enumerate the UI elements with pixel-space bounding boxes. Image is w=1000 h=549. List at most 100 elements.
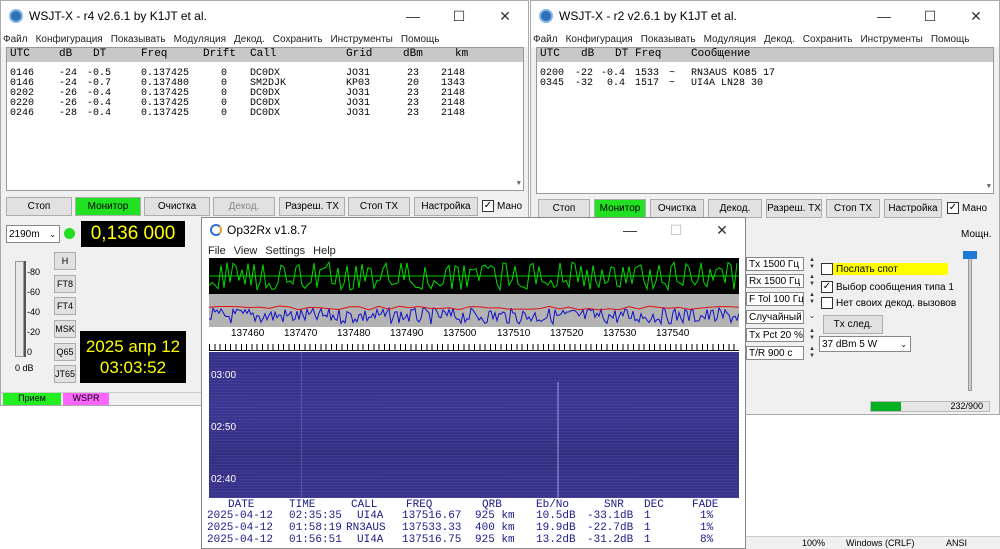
tx-pct-field[interactable]: Tx Pct 20 %: [746, 328, 804, 342]
table-row[interactable]: 0146 -24 -0.7 0.137480 0 SM2DJK KP03 20 1343: [7, 78, 523, 89]
table-row[interactable]: 2025-04-12 01:58:19 RN3AUS 137533.33 400 km 1…: [202, 522, 745, 534]
dial-frequency: 0,136 000: [81, 221, 185, 247]
menu-help[interactable]: Помощь: [401, 34, 440, 45]
menu-settings[interactable]: Settings: [265, 245, 305, 257]
scroll-down-icon[interactable]: ▼: [517, 180, 521, 188]
cell-snr: -31.2dB: [587, 534, 634, 546]
table-row[interactable]: 0345 -32 0.4 1517 ~ UI4A LN28 30: [537, 78, 993, 89]
minimize-icon[interactable]: —: [607, 222, 653, 238]
ftol-field[interactable]: F Tol 100 Гц: [746, 292, 804, 306]
mano-checkbox[interactable]: ✓ Мано: [482, 200, 522, 212]
rx-freq-field[interactable]: Rx 1500 Гц: [746, 274, 804, 288]
close-icon[interactable]: ✕: [482, 8, 528, 25]
tune-button[interactable]: Настройка: [414, 197, 478, 216]
decode-button[interactable]: Декод.: [213, 197, 275, 216]
table-row[interactable]: 0220 -26 -0.4 0.137425 0 DC0DX JO31 23 2148: [7, 98, 523, 109]
title-bar[interactable]: Op32Rx v1.8.7 — ☐ ✕: [202, 218, 745, 242]
power-slider-handle[interactable]: [963, 251, 977, 259]
menu-decode[interactable]: Декод.: [764, 34, 795, 45]
erase-button[interactable]: Очистка: [650, 199, 704, 218]
menu-config[interactable]: Конфигурация: [566, 34, 633, 45]
menu-view[interactable]: View: [234, 245, 258, 257]
power-slider[interactable]: [968, 251, 972, 391]
op32rx-window: Op32Rx v1.8.7 — ☐ ✕ File View Settings H…: [201, 217, 746, 549]
erase-button[interactable]: Очистка: [144, 197, 210, 216]
mano-checkbox[interactable]: ✓ Мано: [947, 202, 987, 214]
power-select[interactable]: 37 dBm 5 W ⌄: [819, 336, 911, 352]
menu-mode[interactable]: Модуляция: [704, 34, 756, 45]
decode-button[interactable]: Декод.: [708, 199, 762, 218]
rx-spin-icon[interactable]: ▲ ▼: [807, 274, 817, 288]
menu-mode[interactable]: Модуляция: [174, 34, 226, 45]
table-row[interactable]: 0146 -24 -0.5 0.137425 0 DC0DX JO31 23 2148: [7, 68, 523, 79]
no-own-decodes-checkbox[interactable]: Нет своих декод. вызовов: [821, 297, 956, 309]
menu-file[interactable]: File: [208, 245, 226, 257]
menu-file[interactable]: Файл: [533, 34, 558, 45]
tx-mode-select[interactable]: Случайный: [746, 310, 804, 324]
monitor-button[interactable]: Монитор: [75, 197, 141, 216]
tx-spin-icon[interactable]: ▲ ▼: [807, 257, 817, 271]
op32-decode-list[interactable]: DATE TIME CALL FREQ QRB Eb/No SNR DEC FA…: [202, 499, 745, 548]
stop-button[interactable]: Стоп: [6, 197, 72, 216]
table-row[interactable]: 0246 -28 -0.4 0.137425 0 DC0DX JO31 23 2148: [7, 108, 523, 119]
table-row[interactable]: 0202 -26 -0.4 0.137425 0 DC0DX JO31 23 2148: [7, 88, 523, 99]
tx-next-button[interactable]: Tx след.: [823, 315, 883, 334]
minimize-icon[interactable]: —: [861, 8, 907, 24]
ftol-spin-icon[interactable]: ▲ ▼: [807, 292, 817, 306]
menu-help[interactable]: Help: [313, 245, 336, 257]
enable-tx-button[interactable]: Разреш. TX: [766, 199, 822, 218]
mode-chevron-icon[interactable]: ⌄: [807, 312, 817, 326]
cell-qrb: 925 km: [475, 534, 515, 546]
menu-tools[interactable]: Инструменты: [330, 34, 392, 45]
menu-view[interactable]: Показывать: [111, 34, 166, 45]
cell-date: 2025-04-12: [207, 534, 274, 546]
decode-table[interactable]: UTC dB DT Freq Сообщение 0200 -22 -0.4 1533…: [536, 47, 994, 194]
table-row[interactable]: 2025-04-12 02:35:35 UI4A 137516.67 925 km 10.…: [202, 510, 745, 522]
band-select[interactable]: 2190m ⌄: [6, 225, 60, 243]
maximize-icon[interactable]: ☐: [907, 8, 953, 25]
maximize-icon[interactable]: ☐: [436, 8, 482, 25]
menu-bar: Файл Конфигурация Показывать Модуляция Д…: [1, 31, 528, 47]
zoom-level: 100%: [802, 538, 826, 548]
title-bar[interactable]: WSJT-X - r2 v2.6.1 by K1JT et al. — ☐ ✕: [531, 1, 999, 31]
halt-tx-button[interactable]: Стоп TX: [826, 199, 880, 218]
halt-tx-button[interactable]: Стоп TX: [348, 197, 410, 216]
menu-tools[interactable]: Инструменты: [860, 34, 922, 45]
mode-q65-button[interactable]: Q65: [54, 343, 76, 361]
meter-unit: 0 dB: [15, 363, 34, 373]
type1-message-checkbox[interactable]: ✓ Выбор сообщения типа 1: [821, 281, 954, 293]
title-bar[interactable]: WSJT-X - r4 v2.6.1 by K1JT et al. — ☐ ✕: [1, 1, 528, 31]
stop-button[interactable]: Стоп: [538, 199, 590, 218]
tune-button[interactable]: Настройка: [884, 199, 942, 218]
decode-table[interactable]: UTC dB DT Freq Drift Call Grid dBm km 01…: [6, 47, 524, 191]
cell-qrb: 925 km: [475, 510, 515, 522]
close-icon[interactable]: ✕: [953, 8, 999, 25]
enable-tx-button[interactable]: Разреш. TX: [279, 197, 345, 216]
menu-view[interactable]: Показывать: [641, 34, 696, 45]
minimize-icon[interactable]: —: [390, 8, 436, 24]
mode-jt65-button[interactable]: JT65: [54, 365, 76, 383]
tr-period-field[interactable]: T/R 900 с: [746, 346, 804, 360]
txpct-spin-icon[interactable]: ▲ ▼: [807, 328, 817, 342]
scroll-down-icon[interactable]: ▼: [987, 183, 991, 191]
tr-spin-icon[interactable]: ▲ ▼: [807, 346, 817, 360]
menu-file[interactable]: Файл: [3, 34, 28, 45]
table-row[interactable]: 0200 -22 -0.4 1533 ~ RN3AUS KO85 17: [537, 68, 993, 79]
mode-ft4-button[interactable]: FT4: [54, 297, 76, 315]
table-row[interactable]: 2025-04-12 01:56:51 UI4A 137516.75 925 km 13.…: [202, 534, 745, 546]
menu-save[interactable]: Сохранить: [803, 34, 853, 45]
mode-ft8-button[interactable]: FT8: [54, 275, 76, 293]
chevron-down-icon: ⌄: [49, 229, 56, 239]
upload-spots-checkbox[interactable]: Послать спот: [821, 263, 948, 275]
monitor-button[interactable]: Монитор: [594, 199, 646, 218]
tx-freq-field[interactable]: Tx 1500 Гц: [746, 257, 804, 271]
menu-decode[interactable]: Декод.: [234, 34, 265, 45]
mode-msk-button[interactable]: MSK: [54, 320, 76, 338]
mode-h-button[interactable]: H: [54, 252, 76, 270]
menu-save[interactable]: Сохранить: [273, 34, 323, 45]
menu-help[interactable]: Помощь: [931, 34, 970, 45]
menu-config[interactable]: Конфигурация: [36, 34, 103, 45]
close-icon[interactable]: ✕: [699, 222, 745, 239]
maximize-icon[interactable]: ☐: [653, 222, 699, 239]
cell-message: UI4A LN28 30: [691, 78, 764, 89]
